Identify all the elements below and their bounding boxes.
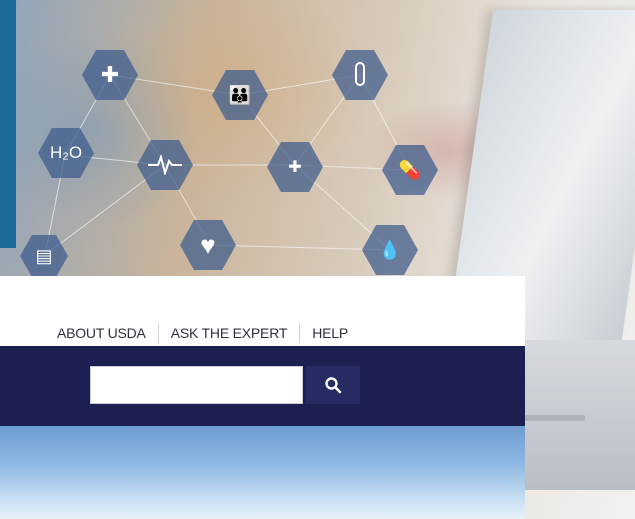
- search-icon: [325, 377, 342, 394]
- nav-link-help[interactable]: HELP: [300, 325, 360, 341]
- laptop-keyboard-image: [525, 415, 585, 421]
- sky-banner-image: [0, 426, 525, 519]
- nav-link-ask-the-expert[interactable]: ASK THE EXPERT: [159, 325, 300, 341]
- network-lines-graphic: [44, 74, 412, 256]
- utility-nav: ABOUT USDA ASK THE EXPERT HELP: [0, 276, 525, 346]
- search-button[interactable]: [306, 366, 360, 404]
- nav-link-about-usda[interactable]: ABOUT USDA: [57, 325, 158, 341]
- utility-nav-links: ABOUT USDA ASK THE EXPERT HELP: [57, 323, 360, 343]
- h2o-label: H₂O: [49, 143, 83, 162]
- search-input[interactable]: [90, 366, 303, 404]
